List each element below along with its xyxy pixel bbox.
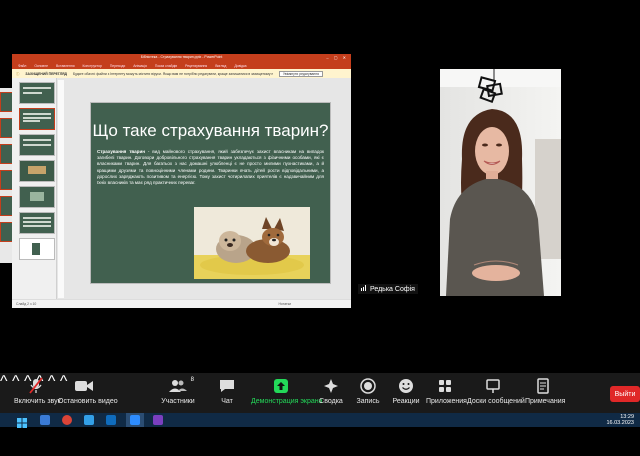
slide-thumbnail-selected[interactable] (19, 108, 55, 130)
participant-name: Редька Софія (370, 285, 415, 293)
mic-level-icon (361, 285, 367, 293)
record-button[interactable]: Запись (354, 377, 382, 405)
mail-icon[interactable] (84, 415, 94, 425)
participant-video (440, 69, 561, 296)
share-screen-label: Демонстрация экрана (251, 398, 323, 405)
window-controls[interactable]: – ▢ ✕ (326, 55, 348, 60)
word-icon[interactable] (106, 415, 116, 425)
dogs-photo (194, 207, 310, 279)
ribbon-tab[interactable]: Довідка (234, 64, 246, 68)
slide-thumbnail[interactable] (19, 238, 55, 260)
ppt-title-bar: Бібліотека - Страхування тварин.pptx - P… (12, 54, 351, 62)
ribbon-tab[interactable]: Рецензування (185, 64, 207, 68)
windows-taskbar: 13:29 16.03.2023 (0, 413, 640, 428)
ribbon-tab[interactable]: Показ слайдів (155, 64, 177, 68)
participants-label: Участники (161, 398, 195, 405)
mic-muted-icon (29, 377, 43, 394)
windows-start-icon[interactable] (17, 415, 27, 428)
slide-counter: Слайд 2 з 10 (16, 302, 37, 306)
ribbon-tab[interactable]: Основне (34, 64, 48, 68)
participants-button[interactable]: 8 Участники (160, 377, 196, 405)
reactions-button[interactable]: Реакции (390, 377, 422, 405)
slide-definition: - вид майнового страхування, який забезп… (97, 149, 324, 186)
whiteboards-button[interactable]: Доски сообщений (467, 377, 525, 405)
participant-name-tag: Редька Софія (358, 284, 418, 294)
apps-icon (439, 380, 451, 392)
slide-term: Страхування тварин (97, 149, 146, 154)
record-icon (360, 378, 376, 394)
record-label: Запись (356, 398, 380, 405)
banner-text: Будьте обачні: файли з Інтернету можуть … (72, 71, 273, 76)
chat-label: Чат (221, 398, 233, 405)
enable-editing-button[interactable]: Увімкнути редагування (278, 70, 323, 77)
meeting-toolbar: Включить звук ^ Остановить видео ^ 8 Уча… (0, 373, 640, 413)
summary-button[interactable]: Сводка (316, 377, 346, 405)
ppt-workspace: Що таке страхування тварин? Страхування … (12, 78, 351, 300)
chat-icon (220, 380, 234, 392)
notes-button[interactable]: Нотатки (278, 302, 291, 306)
chrome-icon[interactable] (62, 415, 72, 425)
slide-thumbnail[interactable] (19, 82, 55, 104)
app-icon[interactable] (153, 415, 163, 425)
system-clock[interactable]: 13:29 16.03.2023 (606, 414, 634, 426)
notes-icon (537, 378, 549, 394)
ribbon-tab[interactable]: Анімація (133, 64, 147, 68)
participants-count: 8 (190, 377, 194, 383)
summary-label: Сводка (319, 398, 343, 405)
audio-options-chevron-icon[interactable]: ^ (0, 373, 8, 390)
unmute-button[interactable]: Включить звук (14, 377, 61, 405)
whiteboards-label: Доски сообщений (467, 398, 525, 405)
ppt-window-title: Бібліотека - Страхування тварин.pptx - P… (140, 55, 223, 59)
ribbon-tab[interactable]: Конструктор (83, 64, 102, 68)
background-window (0, 88, 13, 263)
video-camera-icon (75, 381, 93, 391)
clock-date: 16.03.2023 (606, 420, 634, 426)
stop-video-button[interactable]: Остановить видео (58, 377, 118, 405)
unmute-label: Включить звук (14, 398, 61, 405)
zoom-icon[interactable] (130, 415, 140, 425)
slide-thumbnail[interactable] (19, 212, 55, 234)
stop-video-label: Остановить видео (58, 398, 118, 405)
ribbon-tab[interactable]: Файл (18, 64, 26, 68)
slide-thumbnail[interactable] (19, 160, 55, 182)
notes-label: Примечания (525, 398, 566, 405)
whiteboard-icon (486, 379, 500, 393)
ppt-status-bar: Слайд 2 з 10 Нотатки (12, 299, 351, 308)
current-slide[interactable]: Що таке страхування тварин? Страхування … (90, 102, 331, 284)
slide-title: Що таке страхування тварин? (92, 121, 329, 140)
chat-button[interactable]: Чат (215, 377, 239, 405)
share-screen-button[interactable]: Демонстрация экрана (251, 377, 323, 405)
info-icon: ⓘ (16, 72, 20, 76)
banner-label: ЗАХИЩЕНИЙ ПЕРЕГЛЯД (25, 71, 67, 76)
participants-icon (169, 380, 187, 392)
slide-body-text: Страхування тварин - вид майнового страх… (97, 149, 324, 186)
webcam-feed (440, 69, 561, 296)
leave-meeting-button[interactable]: Выйти (610, 386, 640, 402)
reactions-icon (399, 379, 413, 393)
ribbon-tab[interactable]: Переходи (110, 64, 125, 68)
ppt-ribbon-tabs: Файл Основне Вставлення Конструктор Пере… (12, 62, 351, 69)
ribbon-tab[interactable]: Вставлення (56, 64, 75, 68)
notes-button[interactable]: Примечания (525, 377, 566, 405)
dogs-illustration (194, 207, 310, 279)
slide-thumbnail[interactable] (19, 186, 55, 208)
reactions-label: Реакции (392, 398, 420, 405)
ribbon-tab[interactable]: Вигляд (215, 64, 226, 68)
summary-icon (324, 379, 338, 393)
slide-thumbnails (12, 78, 57, 300)
vertical-ruler (58, 80, 64, 298)
apps-label: Приложения (426, 398, 467, 405)
apps-button[interactable]: Приложения (426, 377, 467, 405)
edge-icon[interactable] (40, 415, 50, 425)
share-screen-icon (274, 379, 288, 393)
slide-thumbnail[interactable] (19, 134, 55, 156)
shared-powerpoint-window: Бібліотека - Страхування тварин.pptx - P… (12, 54, 351, 308)
